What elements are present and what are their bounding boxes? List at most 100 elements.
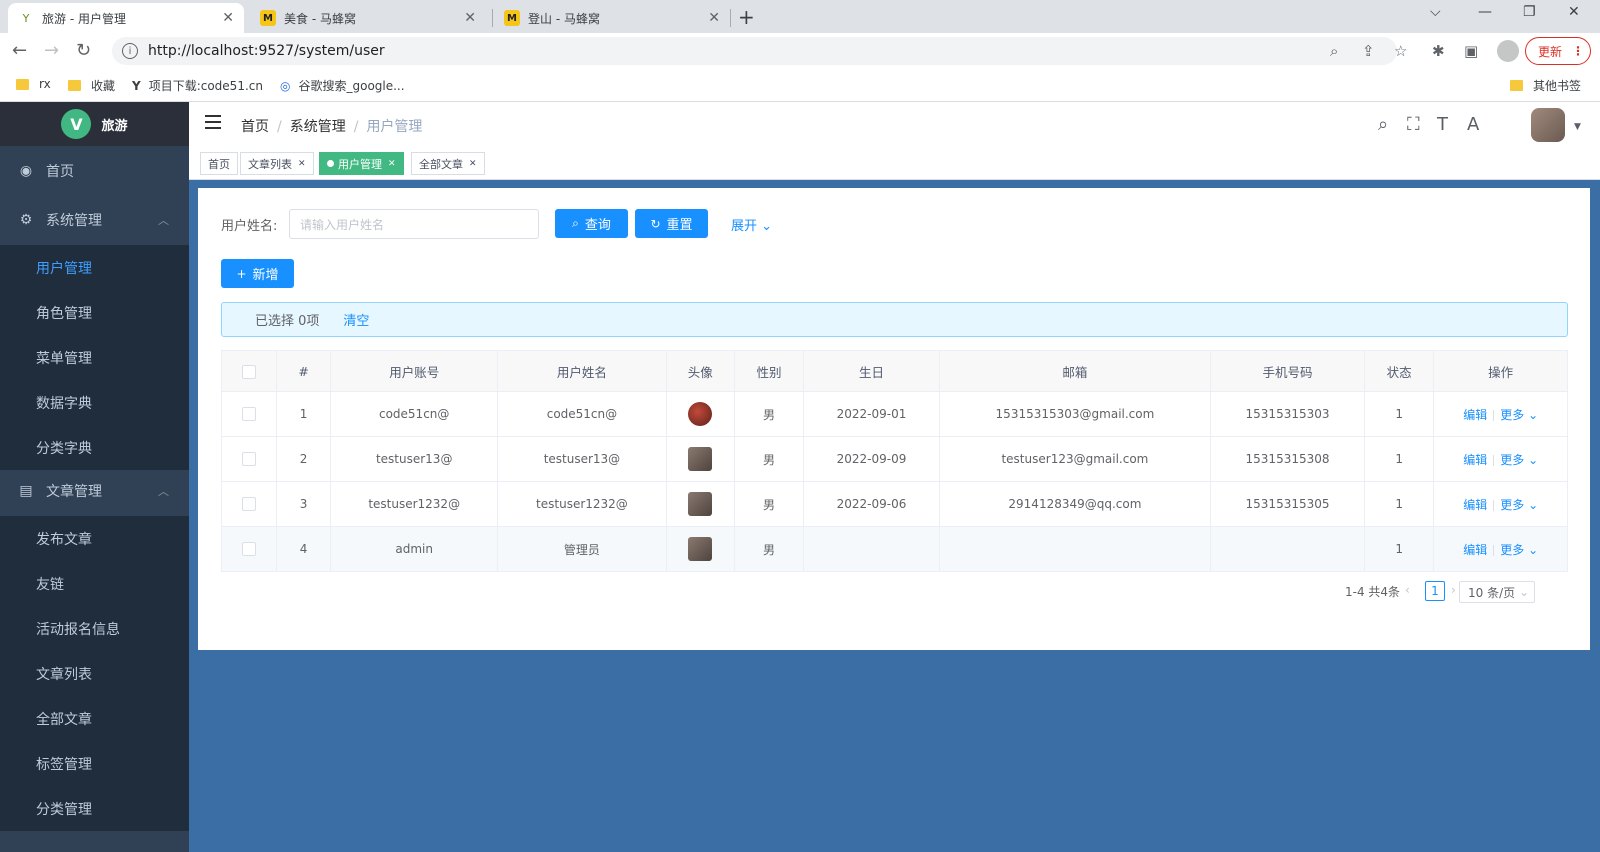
tab-close-icon[interactable]: ✕ — [222, 10, 234, 26]
birthday — [803, 526, 940, 572]
zoom-icon[interactable]: ⌕ — [1330, 42, 1338, 60]
menu-label: 文章管理 — [46, 484, 102, 500]
edit-link[interactable]: 编辑 — [1463, 408, 1487, 422]
site-info-icon[interactable]: i — [122, 43, 138, 59]
breadcrumb-home[interactable]: 首页 — [241, 119, 269, 135]
logo-text: 旅游 — [101, 118, 128, 134]
tab-close-icon[interactable]: ✕ — [708, 10, 720, 26]
sidebar-item-menu-management[interactable]: 菜单管理 — [0, 335, 189, 380]
chevron-up-icon: ︿ — [158, 485, 169, 498]
fullscreen-icon[interactable]: ⛶ — [1407, 114, 1420, 135]
sidebar-item-home[interactable]: ◉ 首页 — [0, 148, 189, 194]
bookmark-folder[interactable]: 收藏 — [68, 77, 115, 94]
share-icon[interactable]: ⇪ — [1362, 42, 1375, 60]
translate-icon[interactable]: A — [1467, 114, 1479, 135]
forward-arrow-icon[interactable]: → — [44, 40, 59, 61]
add-button[interactable]: + 新增 — [221, 259, 294, 288]
sidebar-group-article[interactable]: ▤ 文章管理 ︿ — [0, 468, 189, 514]
bookmark-link[interactable]: Y 项目下载:code51.cn — [132, 77, 263, 94]
more-dropdown[interactable]: 更多 ⌄ — [1500, 543, 1538, 557]
sidebar-item-friend-links[interactable]: 友链 — [0, 561, 189, 606]
reload-icon[interactable]: ↻ — [76, 40, 91, 61]
font-size-icon[interactable]: T — [1437, 114, 1448, 135]
search-icon[interactable]: ⌕ — [1378, 114, 1388, 135]
tag-close-icon[interactable]: ✕ — [469, 159, 477, 169]
more-dropdown[interactable]: 更多 ⌄ — [1500, 498, 1538, 512]
select-all-checkbox[interactable] — [242, 364, 257, 379]
app-sidebar: V 旅游 ◉ 首页 ⚙ 系统管理 ︿ 用户管理 角色管理 菜单管理 数据字典 分… — [0, 102, 189, 852]
browser-tab[interactable]: M 美食 - 马蜂窝 ✕ — [250, 3, 486, 33]
user-avatar[interactable] — [1531, 108, 1565, 142]
table-header-row: # 用户账号 用户姓名 头像 性别 生日 邮箱 手机号码 状态 操作 — [220, 350, 1568, 392]
sidebar-item-category-dictionary[interactable]: 分类字典 — [0, 425, 189, 470]
page-size-select[interactable]: 10 条/页 ⌄ — [1459, 581, 1535, 603]
row-checkbox[interactable] — [242, 542, 257, 557]
kebab-menu-icon[interactable]: ⋮ — [1572, 44, 1584, 58]
bookmark-star-icon[interactable]: ☆ — [1394, 42, 1407, 60]
tag-close-icon[interactable]: ✕ — [298, 159, 306, 169]
sidebar-item-article-list[interactable]: 文章列表 — [0, 651, 189, 696]
new-tab-icon[interactable]: + — [738, 5, 755, 29]
status: 1 — [1364, 436, 1435, 482]
query-button[interactable]: ⌕ 查询 — [555, 209, 628, 238]
username-search-input[interactable]: 请输入用户姓名 — [289, 209, 539, 239]
select-all-cell[interactable] — [220, 350, 278, 392]
tab-close-icon[interactable]: ✕ — [464, 10, 476, 26]
current-page[interactable]: 1 — [1425, 581, 1445, 601]
url-bar[interactable]: i http://localhost:9527/system/user — [112, 37, 1397, 65]
row-checkbox[interactable] — [242, 407, 257, 422]
sidebar-item-tag-management[interactable]: 标签管理 — [0, 741, 189, 786]
menu-label: 系统管理 — [46, 213, 102, 229]
other-bookmarks-folder[interactable]: 其他书签 — [1510, 77, 1581, 94]
update-button[interactable]: 更新 ⋮ — [1525, 37, 1591, 65]
more-label: 更多 — [1500, 452, 1525, 467]
bookmark-folder[interactable]: rx — [16, 77, 51, 91]
table-row: 3 testuser1232@ testuser1232@ 男 2022-09-… — [220, 481, 1568, 527]
sidebar-item-all-articles[interactable]: 全部文章 — [0, 696, 189, 741]
row-checkbox[interactable] — [242, 452, 257, 467]
bookmark-link[interactable]: ◎ 谷歌搜索_google... — [280, 77, 405, 94]
tag-article-list[interactable]: 文章列表 ✕ — [240, 152, 314, 175]
app-logo[interactable]: V 旅游 — [0, 102, 189, 146]
sidebar-item-event-registrations[interactable]: 活动报名信息 — [0, 606, 189, 651]
browser-tab-strip: Y 旅游 - 用户管理 ✕ M 美食 - 马蜂窝 ✕ M 登山 - 马蜂窝 ✕ … — [0, 0, 1600, 33]
tab-search-chevron-icon[interactable]: ⌵ — [1430, 4, 1441, 20]
column-header: # — [276, 350, 332, 392]
close-window-icon[interactable]: ✕ — [1568, 4, 1580, 20]
sidebar-item-publish-article[interactable]: 发布文章 — [0, 516, 189, 561]
sidebar-group-system[interactable]: ⚙ 系统管理 ︿ — [0, 197, 189, 243]
prev-page-icon[interactable]: ‹ — [1405, 583, 1410, 597]
reset-button[interactable]: ↻ 重置 — [635, 209, 708, 238]
more-dropdown[interactable]: 更多 ⌄ — [1500, 408, 1538, 422]
hamburger-icon[interactable] — [205, 115, 221, 131]
clear-selection-link[interactable]: 清空 — [343, 310, 369, 329]
button-label: 查询 — [584, 218, 611, 233]
tag-user-management[interactable]: 用户管理 ✕ — [319, 152, 404, 175]
tag-all-articles[interactable]: 全部文章 ✕ — [411, 152, 485, 175]
more-dropdown[interactable]: 更多 ⌄ — [1500, 453, 1538, 467]
sidebar-item-role-management[interactable]: 角色管理 — [0, 290, 189, 335]
minimize-icon[interactable]: — — [1478, 4, 1492, 20]
edit-link[interactable]: 编辑 — [1463, 498, 1487, 512]
side-panel-icon[interactable]: ▣ — [1464, 42, 1478, 60]
next-page-icon[interactable]: › — [1451, 583, 1456, 597]
extensions-icon[interactable]: ✱ — [1432, 42, 1445, 60]
browser-tab-active[interactable]: Y 旅游 - 用户管理 ✕ — [8, 3, 244, 33]
sidebar-item-data-dictionary[interactable]: 数据字典 — [0, 380, 189, 425]
sidebar-item-category-management[interactable]: 分类管理 — [0, 786, 189, 831]
breadcrumb-system[interactable]: 系统管理 — [290, 119, 346, 135]
row-checkbox[interactable] — [242, 497, 257, 512]
expand-toggle[interactable]: 展开 ⌄ — [731, 215, 772, 234]
caret-down-icon[interactable]: ▼ — [1574, 122, 1581, 132]
restore-icon[interactable]: ❐ — [1523, 4, 1536, 20]
folder-icon — [68, 80, 81, 91]
tag-home[interactable]: 首页 — [200, 152, 238, 175]
tag-close-icon[interactable]: ✕ — [388, 159, 396, 169]
refresh-icon: ↻ — [650, 216, 661, 231]
edit-link[interactable]: 编辑 — [1463, 543, 1487, 557]
back-arrow-icon[interactable]: ← — [12, 40, 27, 61]
sidebar-item-user-management[interactable]: 用户管理 — [0, 245, 189, 290]
edit-link[interactable]: 编辑 — [1463, 453, 1487, 467]
profile-avatar[interactable] — [1497, 40, 1519, 62]
browser-tab[interactable]: M 登山 - 马蜂窝 ✕ — [494, 3, 730, 33]
